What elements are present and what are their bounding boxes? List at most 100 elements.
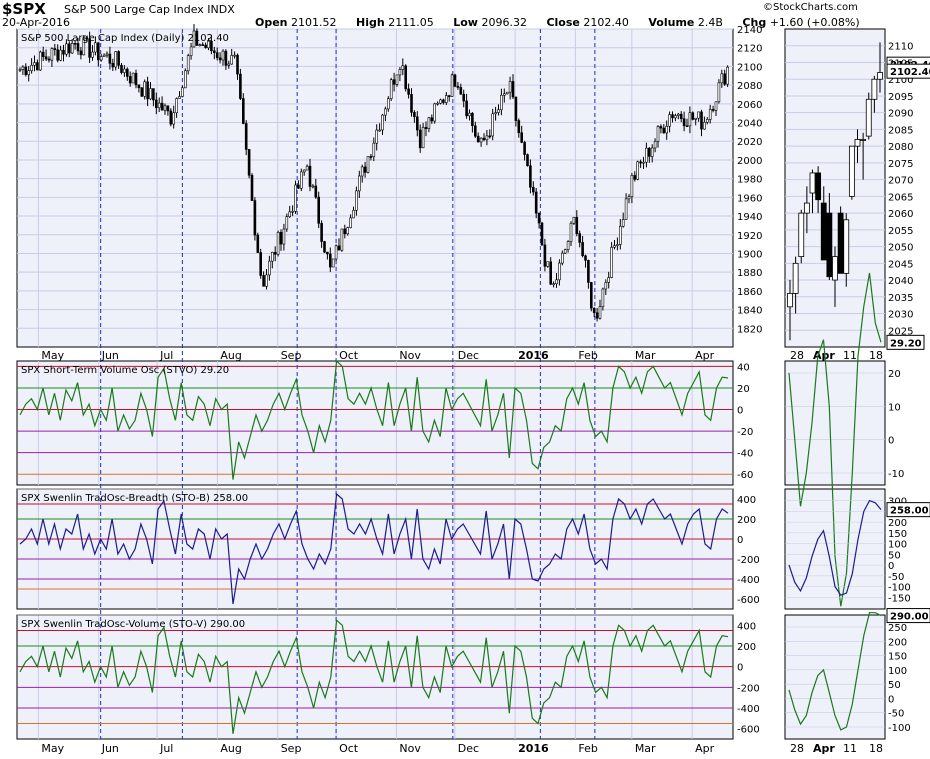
candle-body — [218, 57, 222, 61]
candle-body — [134, 72, 138, 86]
sto_b-ytick-label: -400 — [737, 575, 760, 586]
zoom-ytick-label: 2040 — [888, 276, 913, 287]
candle-body — [485, 135, 489, 141]
candle-body — [708, 109, 712, 120]
price-ytick-label: 1880 — [737, 268, 762, 279]
candle-body — [598, 306, 602, 319]
candle-body — [314, 185, 318, 198]
candle-body — [517, 120, 521, 134]
month-label: Aug — [220, 742, 241, 755]
candle-body — [372, 142, 376, 157]
candle-body — [442, 99, 445, 103]
candle-body — [389, 79, 393, 100]
candle-body — [250, 174, 254, 201]
sto_b-ytick-label: 200 — [737, 515, 756, 526]
candle-body — [297, 184, 300, 189]
candle-body — [711, 109, 715, 111]
candle-body — [299, 171, 303, 189]
zoom-candle-body — [820, 202, 827, 261]
zoom-x-label: 11 — [843, 349, 857, 362]
candle-body — [128, 76, 132, 84]
open-value: 2101.52 — [291, 16, 337, 29]
month-label: Sep — [281, 742, 302, 755]
zoom-last-value: 2102.40 — [890, 67, 930, 78]
sto_v-zoom-last-value: 290.00 — [890, 612, 929, 623]
candle-body — [592, 307, 596, 314]
candle-body — [555, 279, 558, 285]
candle-body — [639, 161, 642, 164]
zoom-ytick-label: 2055 — [888, 226, 913, 237]
candle-body — [375, 129, 379, 144]
zoom-ytick-label: 2030 — [888, 310, 913, 321]
price-ytick-label: 1960 — [737, 193, 762, 204]
candle-body — [366, 156, 370, 173]
candle-body — [265, 274, 268, 287]
month-label: Apr — [695, 742, 715, 755]
candle-body — [610, 247, 613, 278]
month-label: Mar — [635, 742, 656, 755]
candle-body — [604, 282, 608, 290]
candle-body — [642, 161, 645, 164]
chart-canvas: 1820184018601880190019201940196019802000… — [16, 23, 930, 755]
candle-body — [662, 127, 666, 134]
candle-body — [546, 261, 550, 267]
zoom-x-label: Apr — [813, 742, 835, 755]
candle-body — [508, 81, 512, 93]
month-label: Sep — [281, 349, 302, 362]
sto_v-ytick-label: 200 — [737, 642, 756, 653]
zoom-osc-ytick-label: 50 — [888, 550, 901, 561]
candle-body — [149, 88, 152, 100]
stvo-ytick-label: 0 — [737, 406, 743, 417]
candle-body — [624, 198, 628, 220]
price-ytick-label: 1980 — [737, 175, 762, 186]
candle-body — [520, 132, 524, 143]
candle-body — [430, 117, 434, 122]
candle-body — [311, 185, 315, 188]
candle-body — [97, 42, 100, 61]
panel-stvo — [16, 360, 734, 486]
candle-body — [155, 99, 158, 109]
candle-body — [68, 43, 71, 54]
zoom-candle-body — [837, 212, 844, 274]
candle-body — [534, 191, 538, 214]
candle-body — [427, 117, 431, 129]
price-ytick-label: 2100 — [737, 62, 762, 73]
candle-body — [540, 222, 544, 246]
candle-body — [647, 147, 651, 157]
candle-body — [413, 112, 416, 118]
candle-body — [636, 161, 640, 180]
candle-body — [276, 231, 280, 255]
candle-body — [444, 95, 448, 103]
zoom-osc-ytick-label: 200 — [888, 637, 907, 648]
candle-body — [386, 98, 390, 110]
candle-body — [560, 252, 564, 264]
month-label: Aug — [220, 349, 241, 362]
candle-body — [671, 114, 674, 119]
candle-body — [439, 99, 442, 104]
candle-body — [137, 84, 141, 89]
candle-body — [700, 111, 703, 130]
zoom-candle-body — [877, 72, 883, 80]
candle-body — [59, 49, 62, 61]
candle-body — [543, 244, 547, 267]
candle-body — [50, 48, 54, 61]
sto_b-ytick-label: 0 — [737, 535, 743, 546]
sto_v-panel-title: SPX Swenlin TradOsc-Volume (STO-V) 290.0… — [21, 619, 245, 630]
candle-body — [117, 51, 120, 66]
high-label: High — [356, 16, 385, 29]
candle-body — [285, 216, 289, 230]
month-label: 2016 — [518, 742, 549, 755]
candle-body — [349, 217, 352, 228]
candle-body — [47, 58, 51, 61]
candle-body — [569, 222, 573, 242]
candle-body — [415, 116, 419, 131]
month-label: Nov — [399, 349, 421, 362]
zoom-ytick-label: 2095 — [888, 92, 913, 103]
candle-body — [613, 245, 616, 248]
candle-body — [462, 93, 466, 102]
open-label: Open — [255, 16, 288, 29]
month-label: Oct — [339, 349, 359, 362]
candle-body — [233, 54, 236, 57]
candle-body — [537, 212, 541, 224]
zoom-candle-body — [826, 212, 833, 278]
